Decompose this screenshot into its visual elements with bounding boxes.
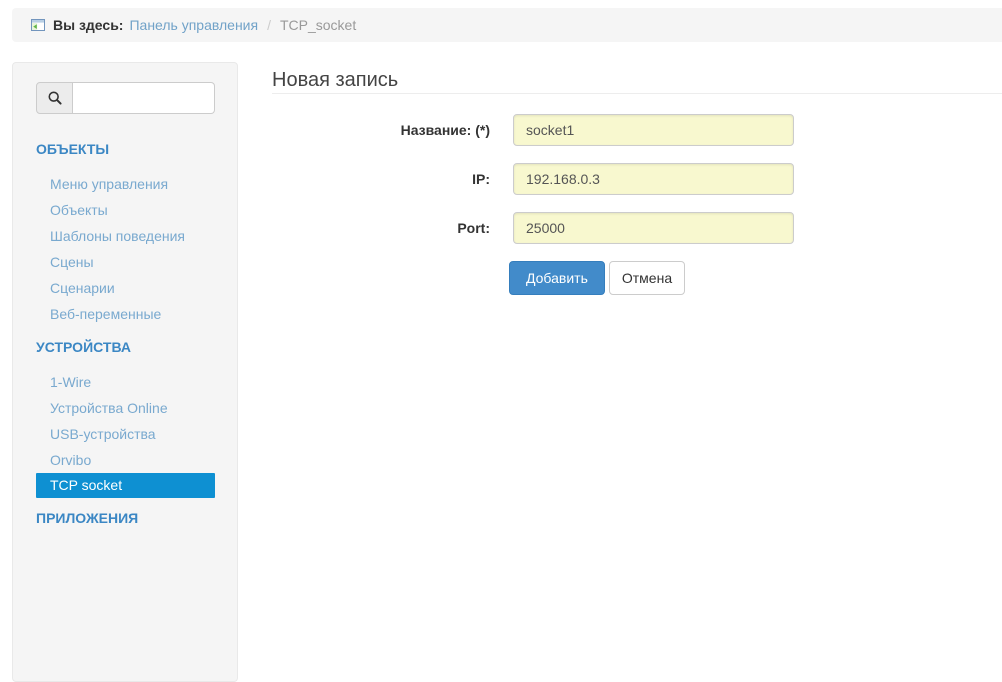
new-record-form: Название: (*) IP: Port: Добавить Отмена <box>272 114 1002 295</box>
sidebar-item-orvibo[interactable]: Orvibo <box>36 447 215 473</box>
title-divider <box>272 93 1002 94</box>
application-window-icon <box>31 19 45 31</box>
sidebar-item-scenes[interactable]: Сцены <box>36 249 215 275</box>
main-content: Новая запись Название: (*) IP: Port: Доб… <box>272 60 1002 295</box>
breadcrumb-prefix: Вы здесь: <box>53 17 124 33</box>
breadcrumb-separator: / <box>267 17 271 33</box>
sidebar-item-scripts[interactable]: Сценарии <box>36 275 215 301</box>
form-row-name: Название: (*) <box>272 114 1002 146</box>
search-icon <box>47 91 62 105</box>
port-field-label: Port: <box>457 220 490 236</box>
name-field-label: Название: (*) <box>400 122 490 138</box>
breadcrumb-current: TCP_socket <box>279 17 357 33</box>
sidebar-header-objects: ОБЪЕКТЫ <box>36 141 110 157</box>
sidebar-header-applications: ПРИЛОЖЕНИЯ <box>36 510 139 526</box>
sidebar-item-usb-devices[interactable]: USB-устройства <box>36 421 215 447</box>
breadcrumb: Вы здесь: Панель управления / TCP_socket <box>12 8 1002 42</box>
form-row-ip: IP: <box>272 163 1002 195</box>
form-row-port: Port: <box>272 212 1002 244</box>
ip-field-label: IP: <box>472 171 490 187</box>
sidebar: ОБЪЕКТЫ Меню управления Объекты Шаблоны … <box>12 62 238 682</box>
sidebar-item-control-menu[interactable]: Меню управления <box>36 171 215 197</box>
sidebar-item-objects[interactable]: Объекты <box>36 197 215 223</box>
sidebar-search-input[interactable] <box>73 82 215 114</box>
sidebar-item-1wire[interactable]: 1-Wire <box>36 369 215 395</box>
breadcrumb-link-control-panel[interactable]: Панель управления <box>129 17 258 33</box>
sidebar-item-web-variables[interactable]: Веб-переменные <box>36 301 215 327</box>
ip-field[interactable] <box>513 163 794 195</box>
page-title: Новая запись <box>272 69 399 91</box>
sidebar-section-devices: 1-Wire Устройства Online USB-устройства … <box>36 369 215 498</box>
sidebar-item-tcp-socket[interactable]: TCP socket <box>36 473 215 498</box>
add-button[interactable]: Добавить <box>509 261 605 295</box>
sidebar-item-behavior-templates[interactable]: Шаблоны поведения <box>36 223 215 249</box>
sidebar-header-devices: УСТРОЙСТВА <box>36 339 131 355</box>
cancel-button[interactable]: Отмена <box>608 261 686 295</box>
sidebar-item-devices-online[interactable]: Устройства Online <box>36 395 215 421</box>
form-buttons: Добавить Отмена <box>509 261 1002 295</box>
sidebar-search <box>36 82 215 114</box>
port-field[interactable] <box>513 212 794 244</box>
name-field[interactable] <box>513 114 794 146</box>
sidebar-section-objects: Меню управления Объекты Шаблоны поведени… <box>36 171 215 327</box>
search-button[interactable] <box>36 82 73 114</box>
